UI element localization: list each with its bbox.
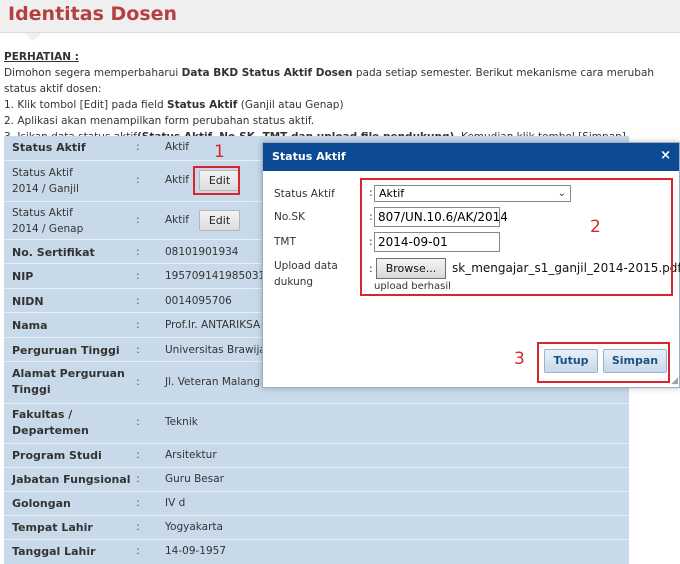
table-row: Tanggal Lahir : 14-09-1957 bbox=[4, 539, 629, 564]
status-label: Status Aktif bbox=[274, 188, 335, 200]
row-colon: : bbox=[136, 472, 140, 485]
header-band: Identitas Dosen bbox=[0, 0, 680, 33]
row-label: Tempat Lahir bbox=[12, 521, 93, 534]
row-value: 14-09-1957 bbox=[165, 545, 227, 557]
annotation-number-3: 3 bbox=[514, 349, 525, 369]
notice-line-1: Dimohon segera memperbaharui Data BKD St… bbox=[4, 65, 676, 97]
upload-label-line-2: dukung bbox=[274, 276, 314, 288]
row-label: Perguruan Tinggi bbox=[12, 344, 120, 357]
row-value: Universitas Brawija bbox=[165, 344, 266, 356]
notice-text: 1. Klik tombol [Edit] pada field bbox=[4, 99, 168, 111]
dialog-title: Status Aktif bbox=[272, 150, 346, 163]
table-row: Tempat Lahir : Yogyakarta bbox=[4, 515, 629, 539]
row-label: Tanggal Lahir bbox=[12, 545, 96, 558]
tmt-label: TMT bbox=[274, 236, 296, 248]
notice-heading: PERHATIAN : bbox=[4, 51, 79, 63]
notice-text: (Ganjil atau Genap) bbox=[237, 99, 344, 111]
edit-button-genap[interactable]: Edit bbox=[199, 210, 240, 231]
annotation-number-1: 1 bbox=[214, 142, 225, 162]
upload-label: Upload data bbox=[274, 260, 338, 272]
row-label: Alamat Perguruan bbox=[12, 367, 125, 380]
row-label: Status Aktif bbox=[12, 167, 73, 179]
row-value: Prof.Ir. ANTARIKSA bbox=[165, 319, 261, 331]
row-value: Aktif bbox=[165, 214, 189, 226]
row-value: Aktif bbox=[165, 141, 189, 153]
row-colon: : bbox=[136, 140, 140, 153]
row-label-line-2: Departemen bbox=[12, 424, 89, 437]
annotation-number-2: 2 bbox=[590, 217, 601, 237]
annotation-box-1 bbox=[193, 166, 240, 195]
row-label: Program Studi bbox=[12, 449, 102, 462]
row-value: Arsitektur bbox=[165, 449, 217, 461]
row-label-line-2: Tinggi bbox=[12, 383, 51, 396]
resize-handle-icon[interactable]: ◢ bbox=[671, 376, 678, 386]
table-row: Jabatan Fungsional : Guru Besar bbox=[4, 467, 629, 491]
row-label: NIDN bbox=[12, 295, 44, 308]
row-value: Guru Besar bbox=[165, 473, 224, 485]
close-icon[interactable]: × bbox=[660, 148, 671, 163]
row-value: Aktif bbox=[165, 174, 189, 186]
row-colon: : bbox=[136, 375, 140, 388]
row-colon: : bbox=[136, 269, 140, 282]
dialog-titlebar[interactable]: Status Aktif × bbox=[263, 143, 679, 171]
page-title: Identitas Dosen bbox=[8, 3, 178, 25]
row-colon: : bbox=[136, 343, 140, 356]
table-row: Golongan : IV d bbox=[4, 491, 629, 515]
row-value: 195709141985031 bbox=[165, 270, 266, 282]
row-value: Teknik bbox=[165, 416, 198, 428]
row-colon: : bbox=[136, 520, 140, 533]
row-label: Status Aktif bbox=[12, 141, 86, 154]
notice-block: PERHATIAN : Dimohon segera memperbaharui… bbox=[4, 49, 676, 145]
row-colon: : bbox=[136, 318, 140, 331]
row-colon: : bbox=[136, 448, 140, 461]
row-label: Fakultas / bbox=[12, 408, 73, 421]
table-row: Program Studi : Arsitektur bbox=[4, 443, 629, 467]
table-row: Fakultas / Departemen : Teknik bbox=[4, 403, 629, 443]
notice-bold: Status Aktif bbox=[167, 99, 238, 111]
row-value: IV d bbox=[165, 497, 186, 509]
row-value: Yogyakarta bbox=[165, 521, 223, 533]
row-label: No. Sertifikat bbox=[12, 246, 95, 259]
row-value: 0014095706 bbox=[165, 295, 232, 307]
row-colon: : bbox=[136, 415, 140, 428]
annotation-box-3 bbox=[537, 342, 670, 383]
row-colon: : bbox=[136, 544, 140, 557]
row-label: Nama bbox=[12, 319, 48, 332]
notice-line-3: 2. Aplikasi akan menampilkan form peruba… bbox=[4, 115, 315, 127]
row-label: NIP bbox=[12, 270, 34, 283]
row-colon: : bbox=[136, 496, 140, 509]
nosk-label: No.SK bbox=[274, 211, 305, 223]
notice-bold: Data BKD Status Aktif Dosen bbox=[181, 67, 353, 79]
notice-line-2: 1. Klik tombol [Edit] pada field Status … bbox=[4, 97, 676, 113]
row-colon: : bbox=[136, 173, 140, 186]
row-label: Golongan bbox=[12, 497, 71, 510]
row-colon: : bbox=[136, 245, 140, 258]
header-notch bbox=[24, 33, 42, 41]
row-value: Jl. Veteran Malang 6 bbox=[165, 376, 271, 388]
row-label-line-2: 2014 / Ganjil bbox=[12, 183, 79, 195]
row-label: Status Aktif bbox=[12, 207, 73, 219]
row-label: Jabatan Fungsional bbox=[12, 473, 131, 486]
annotation-box-2 bbox=[360, 178, 673, 296]
notice-text: Dimohon segera memperbaharui bbox=[4, 67, 182, 79]
row-value: 08101901934 bbox=[165, 246, 239, 258]
row-label-line-2: 2014 / Genap bbox=[12, 223, 84, 235]
row-colon: : bbox=[136, 213, 140, 226]
row-colon: : bbox=[136, 294, 140, 307]
